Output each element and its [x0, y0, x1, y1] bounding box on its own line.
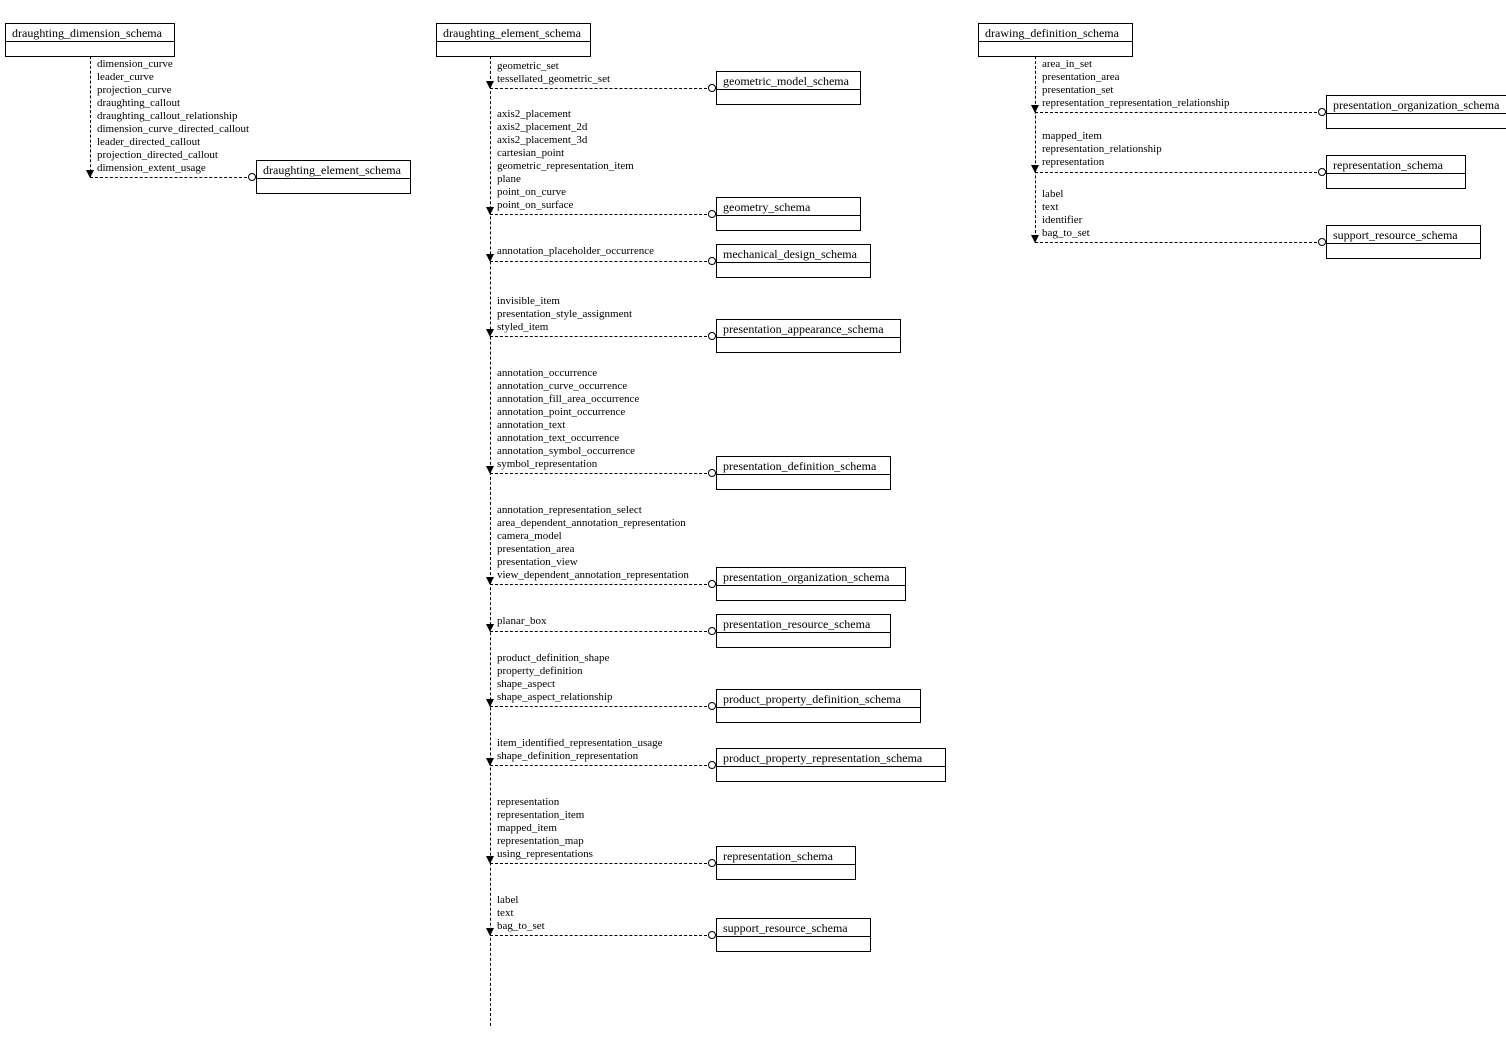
chevron-down-icon: [1031, 105, 1039, 113]
connector-circle-icon: [1318, 168, 1326, 176]
target-presentation-organization-schema: presentation_organization_schema: [716, 567, 906, 601]
chevron-down-icon: [486, 466, 494, 474]
source-draughting-dimension-schema: draughting_dimension_schema: [5, 23, 175, 57]
chevron-down-icon: [86, 170, 94, 178]
target-mechanical-design-schema: mechanical_design_schema: [716, 244, 871, 278]
schema-title: presentation_appearance_schema: [717, 320, 900, 338]
chevron-down-icon: [486, 81, 494, 89]
target-representation-schema-col3: representation_schema: [1326, 155, 1466, 189]
connector-circle-icon: [1318, 238, 1326, 246]
items-elem-representation: representation representation_item mappe…: [497, 796, 593, 861]
target-support-resource-schema-col2: support_resource_schema: [716, 918, 871, 952]
items-elem-geometric-model: geometric_set tessellated_geometric_set: [497, 60, 610, 86]
target-support-resource-schema-col3: support_resource_schema: [1326, 225, 1481, 259]
items-drawing-support: label text identifier bag_to_set: [1042, 188, 1090, 240]
items-elem-definition: annotation_occurrence annotation_curve_o…: [497, 367, 639, 471]
schema-title: product_property_representation_schema: [717, 749, 945, 767]
chevron-down-icon: [486, 758, 494, 766]
target-presentation-resource-schema: presentation_resource_schema: [716, 614, 891, 648]
schema-title: product_property_definition_schema: [717, 690, 920, 708]
schema-title: geometry_schema: [717, 198, 860, 216]
target-draughting-element-schema-col1: draughting_element_schema: [256, 160, 411, 194]
connector-circle-icon: [1318, 108, 1326, 116]
connector-circle-icon: [708, 702, 716, 710]
items-elem-prop-rep: item_identified_representation_usage sha…: [497, 737, 663, 763]
connector-circle-icon: [708, 332, 716, 340]
items-elem-prop-def: product_definition_shape property_defini…: [497, 652, 612, 704]
target-representation-schema-col2: representation_schema: [716, 846, 856, 880]
items-elem-appearance: invisible_item presentation_style_assign…: [497, 295, 632, 334]
items-elem-mechanical: annotation_placeholder_occurrence: [497, 245, 654, 258]
items-dim-to-elem: dimension_curve leader_curve projection_…: [97, 58, 249, 175]
schema-title: mechanical_design_schema: [717, 245, 870, 263]
connector-circle-icon: [708, 469, 716, 477]
connector-circle-icon: [708, 761, 716, 769]
chevron-down-icon: [486, 254, 494, 262]
chevron-down-icon: [486, 577, 494, 585]
target-geometry-schema: geometry_schema: [716, 197, 861, 231]
target-product-property-definition-schema: product_property_definition_schema: [716, 689, 921, 723]
items-elem-support: label text bag_to_set: [497, 894, 545, 933]
chevron-down-icon: [486, 699, 494, 707]
items-elem-geometry: axis2_placement axis2_placement_2d axis2…: [497, 108, 634, 212]
source-draughting-element-schema: draughting_element_schema: [436, 23, 591, 57]
connector-circle-icon: [708, 210, 716, 218]
source-drawing-definition-schema: drawing_definition_schema: [978, 23, 1133, 57]
schema-title: presentation_resource_schema: [717, 615, 890, 633]
schema-title: draughting_dimension_schema: [6, 24, 174, 42]
schema-title: presentation_definition_schema: [717, 457, 890, 475]
schema-title: geometric_model_schema: [717, 72, 860, 90]
target-geometric-model-schema: geometric_model_schema: [716, 71, 861, 105]
schema-title: representation_schema: [717, 847, 855, 865]
items-elem-resource: planar_box: [497, 615, 546, 628]
target-product-property-representation-schema: product_property_representation_schema: [716, 748, 946, 782]
items-elem-organization: annotation_representation_select area_de…: [497, 504, 689, 582]
schema-title: support_resource_schema: [1327, 226, 1480, 244]
schema-title: draughting_element_schema: [257, 161, 410, 179]
chevron-down-icon: [1031, 165, 1039, 173]
chevron-down-icon: [486, 207, 494, 215]
connector-circle-icon: [248, 173, 256, 181]
chevron-down-icon: [486, 329, 494, 337]
schema-title: draughting_element_schema: [437, 24, 590, 42]
items-drawing-rep: mapped_item representation_relationship …: [1042, 130, 1162, 169]
schema-title: presentation_organization_schema: [1327, 96, 1506, 114]
connector-circle-icon: [708, 257, 716, 265]
schema-title: drawing_definition_schema: [979, 24, 1132, 42]
connector-circle-icon: [708, 931, 716, 939]
schema-title: representation_schema: [1327, 156, 1465, 174]
connector-circle-icon: [708, 580, 716, 588]
chevron-down-icon: [486, 624, 494, 632]
connector-circle-icon: [708, 859, 716, 867]
items-drawing-presorg: area_in_set presentation_area presentati…: [1042, 58, 1230, 110]
schema-title: presentation_organization_schema: [717, 568, 905, 586]
connector-circle-icon: [708, 627, 716, 635]
schema-title: support_resource_schema: [717, 919, 870, 937]
chevron-down-icon: [486, 856, 494, 864]
target-presentation-appearance-schema: presentation_appearance_schema: [716, 319, 901, 353]
chevron-down-icon: [1031, 235, 1039, 243]
target-presentation-definition-schema: presentation_definition_schema: [716, 456, 891, 490]
chevron-down-icon: [486, 928, 494, 936]
connector-circle-icon: [708, 84, 716, 92]
target-presentation-organization-schema-col3: presentation_organization_schema: [1326, 95, 1506, 129]
